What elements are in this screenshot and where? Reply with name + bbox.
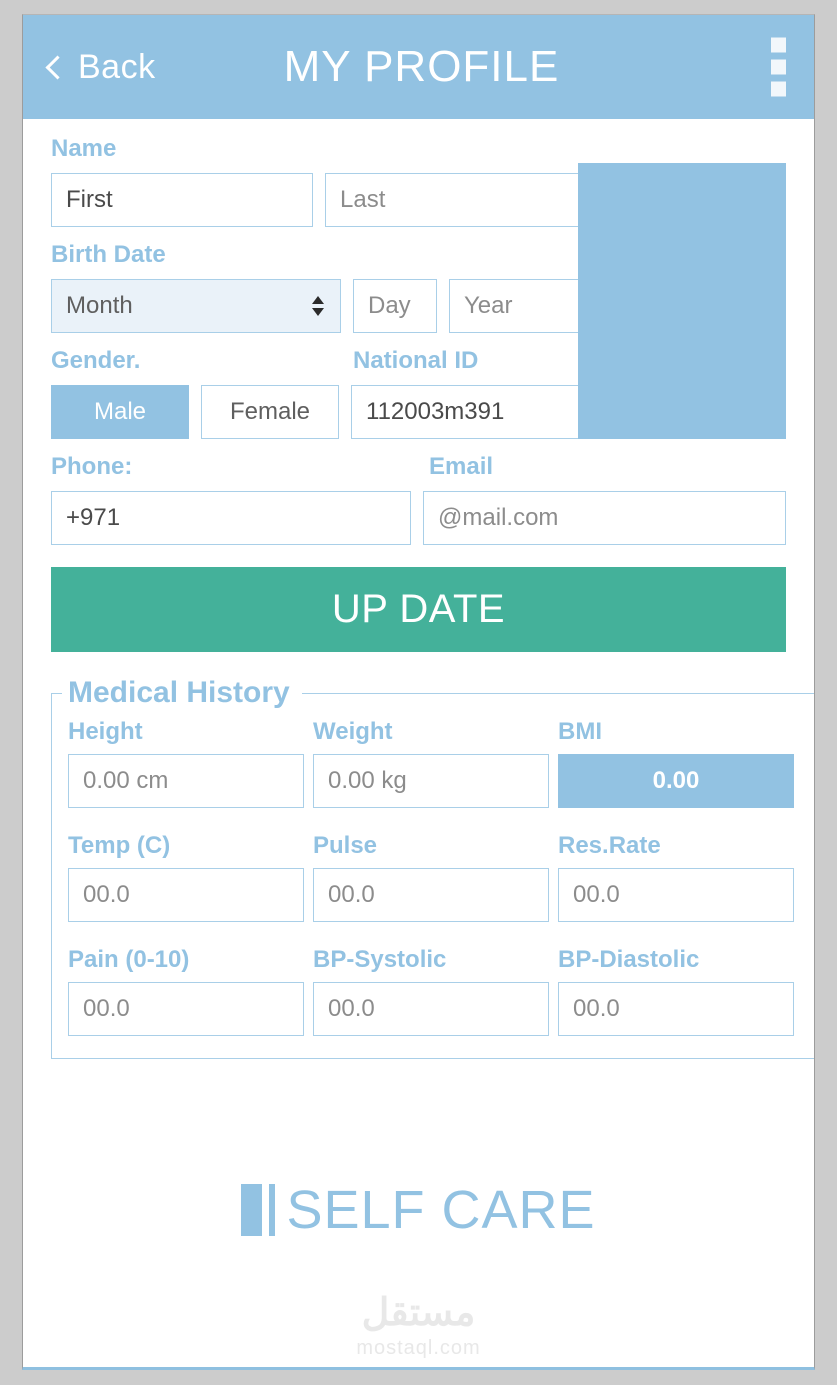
height-label: Height bbox=[68, 718, 143, 745]
menu-dot bbox=[771, 81, 786, 97]
last-name-input[interactable]: Last bbox=[325, 173, 587, 227]
height-input[interactable]: 0.00 cm bbox=[68, 754, 304, 808]
national-id-label: National ID bbox=[353, 347, 479, 374]
app-header: Back MY PROFILE bbox=[23, 15, 814, 119]
name-label-row: Name bbox=[51, 119, 786, 161]
respiration-rate-label: Res.Rate bbox=[558, 832, 661, 859]
phone-screen: Back MY PROFILE Name First Last Birth Da… bbox=[22, 14, 815, 1370]
gender-option-male[interactable]: Male bbox=[51, 385, 189, 439]
mostaql-watermark: مستقل mostaql.com bbox=[51, 1292, 786, 1360]
profile-form: Name First Last Birth Date Month Day Yea… bbox=[23, 119, 814, 1360]
app-branding: SELF CARE bbox=[51, 1183, 786, 1237]
medical-row: 00.0 00.0 00.0 bbox=[68, 982, 803, 1036]
national-id-input[interactable]: 112003m391 bbox=[351, 385, 585, 439]
weight-input[interactable]: 0.00 kg bbox=[313, 754, 549, 808]
watermark-latin: mostaql.com bbox=[356, 1336, 481, 1359]
device-frame: Back MY PROFILE Name First Last Birth Da… bbox=[0, 0, 837, 1385]
medical-row-labels: Pain (0-10) BP-Systolic BP-Diastolic bbox=[68, 936, 803, 972]
back-button-label: Back bbox=[78, 48, 156, 86]
profile-photo-placeholder[interactable] bbox=[578, 163, 786, 439]
first-name-input[interactable]: First bbox=[51, 173, 313, 227]
bp-diastolic-input[interactable]: 00.0 bbox=[558, 982, 794, 1036]
menu-dot bbox=[771, 37, 786, 53]
weight-label: Weight bbox=[313, 718, 393, 745]
bp-systolic-input[interactable]: 00.0 bbox=[313, 982, 549, 1036]
vertical-dots-menu-icon[interactable] bbox=[771, 37, 786, 97]
birth-day-input[interactable]: Day bbox=[353, 279, 437, 333]
back-button[interactable]: Back bbox=[45, 48, 156, 86]
spinner-arrows-icon bbox=[312, 296, 324, 316]
birth-year-input[interactable]: Year bbox=[449, 279, 585, 333]
pulse-input[interactable]: 00.0 bbox=[313, 868, 549, 922]
medical-history-section: Medical History Height Weight BMI 0.00 c… bbox=[51, 676, 814, 1059]
medical-row: 0.00 cm 0.00 kg 0.00 bbox=[68, 754, 803, 808]
update-button[interactable]: UP DATE bbox=[51, 567, 786, 652]
temp-input[interactable]: 00.0 bbox=[68, 868, 304, 922]
phone-email-row: +971 @mail.com bbox=[51, 491, 786, 545]
email-label: Email bbox=[429, 453, 494, 480]
phone-email-label-row: Phone: Email bbox=[51, 439, 786, 479]
chevron-left-icon bbox=[45, 55, 70, 80]
bp-systolic-label: BP-Systolic bbox=[313, 946, 447, 973]
phone-label: Phone: bbox=[51, 453, 133, 480]
name-label: Name bbox=[51, 135, 117, 162]
pulse-label: Pulse bbox=[313, 832, 378, 859]
medical-row-labels: Temp (C) Pulse Res.Rate bbox=[68, 822, 803, 858]
two-bars-logo-icon bbox=[241, 1184, 276, 1236]
phone-input[interactable]: +971 bbox=[51, 491, 412, 545]
bp-diastolic-label: BP-Diastolic bbox=[558, 946, 700, 973]
medical-row-labels: Height Weight BMI bbox=[68, 708, 803, 744]
birth-month-value: Month bbox=[66, 292, 133, 319]
gender-label: Gender. bbox=[51, 347, 141, 374]
bmi-value: 0.00 bbox=[558, 754, 794, 808]
email-input[interactable]: @mail.com bbox=[423, 491, 786, 545]
medical-row: 00.0 00.0 00.0 bbox=[68, 868, 803, 922]
gender-option-female[interactable]: Female bbox=[201, 385, 339, 439]
bmi-label: BMI bbox=[558, 718, 602, 745]
respiration-rate-input[interactable]: 00.0 bbox=[558, 868, 794, 922]
temp-label: Temp (C) bbox=[68, 832, 171, 859]
watermark-arabic: مستقل bbox=[361, 1292, 476, 1334]
brand-name: SELF CARE bbox=[286, 1180, 596, 1240]
pain-input[interactable]: 00.0 bbox=[68, 982, 304, 1036]
pain-label: Pain (0-10) bbox=[68, 946, 190, 973]
medical-history-legend: Medical History bbox=[68, 676, 290, 709]
birth-month-select[interactable]: Month bbox=[51, 279, 341, 333]
birth-date-label: Birth Date bbox=[51, 241, 166, 268]
menu-dot bbox=[771, 59, 786, 75]
